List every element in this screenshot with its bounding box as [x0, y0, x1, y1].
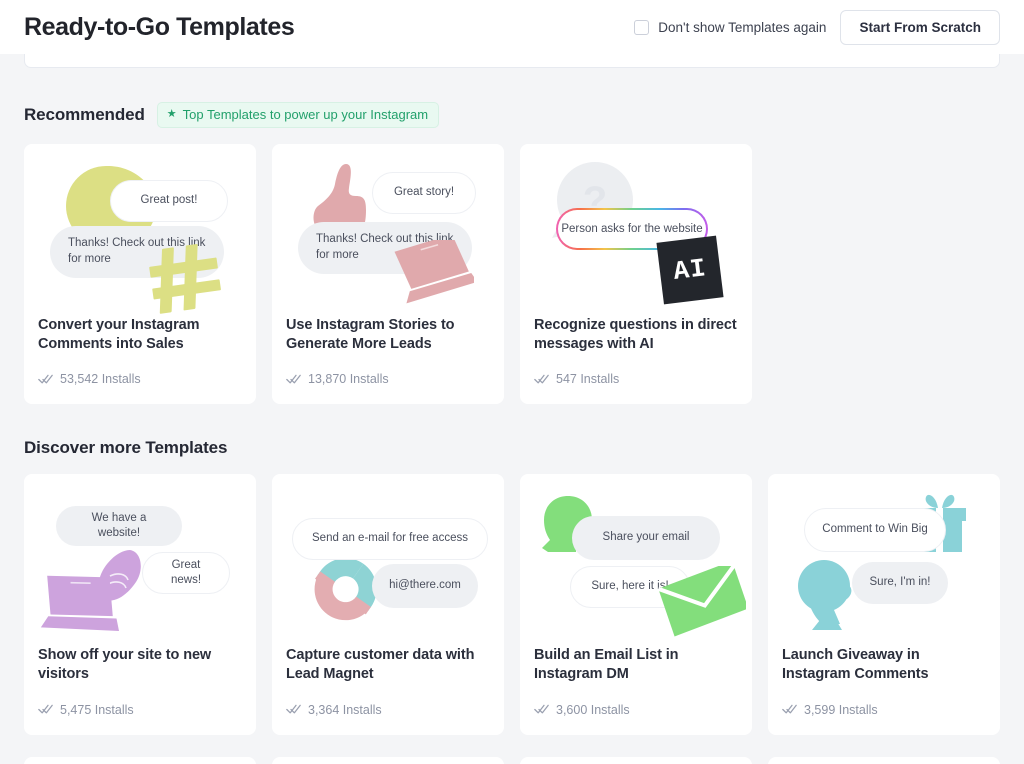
- card-installs: 3,600 Installs: [520, 703, 752, 717]
- card-installs-label: 3,364 Installs: [308, 702, 382, 717]
- envelope-icon: [658, 566, 746, 637]
- ai-badge: AI: [656, 235, 724, 305]
- double-check-icon: [38, 374, 53, 384]
- template-card[interactable]: Comment to Win Big Sure, I'm in! Launch …: [768, 474, 1000, 735]
- card-installs-label: 13,870 Installs: [308, 372, 389, 387]
- card-artwork: Share your email Sure, here it is!: [520, 474, 752, 646]
- card-installs-label: 53,542 Installs: [60, 372, 141, 387]
- card-installs: 547 Installs: [520, 372, 752, 386]
- template-card[interactable]: [24, 756, 256, 764]
- speech-bubble-grey: Share your email: [572, 516, 720, 561]
- double-check-icon: [286, 374, 301, 384]
- hashtag-icon: [149, 244, 221, 314]
- search-bar-clipped: Search Templates: [24, 54, 1000, 68]
- card-title: Capture customer data with Lead Magnet: [286, 647, 475, 683]
- card-installs-label: 5,475 Installs: [60, 702, 134, 717]
- modal-header: Ready-to-Go Templates Don't show Templat…: [0, 0, 1024, 54]
- templates-modal: Ready-to-Go Templates Don't show Templat…: [0, 0, 1024, 764]
- template-card[interactable]: ? Person asks for the website AI Recogni…: [520, 144, 752, 405]
- card-installs-label: 547 Installs: [556, 372, 620, 387]
- card-installs: 3,599 Installs: [768, 703, 1000, 717]
- card-installs-label: 3,599 Installs: [804, 702, 878, 717]
- speech-bubble-grey: Sure, I'm in!: [852, 562, 948, 605]
- template-card[interactable]: We have a website! Great news! Show off …: [24, 474, 256, 735]
- card-installs-label: 3,600 Installs: [556, 702, 630, 717]
- dont-show-templates-checkbox-row[interactable]: Don't show Templates again: [634, 19, 827, 35]
- dont-show-templates-checkbox[interactable]: [634, 19, 650, 35]
- search-field[interactable]: Search Templates: [24, 54, 1000, 68]
- speech-bubble-white: Great story!: [372, 172, 476, 214]
- recommended-grid: Great post! Thanks! Check out this link …: [24, 144, 1000, 405]
- card-artwork: Great story! Thanks! Check out this link…: [272, 144, 504, 316]
- card-title: Show off your site to new visitors: [38, 647, 212, 683]
- card-artwork: ? Person asks for the website AI: [520, 144, 752, 316]
- card-title: Launch Giveaway in Instagram Comments: [782, 647, 929, 683]
- section-title-recommended: Recommended: [24, 105, 145, 124]
- double-check-icon: [286, 704, 301, 714]
- card-artwork: We have a website! Great news!: [24, 474, 256, 646]
- card-artwork: Comment to Win Big Sure, I'm in!: [768, 474, 1000, 646]
- next-row-partial: [24, 756, 1000, 764]
- card-installs: 5,475 Installs: [24, 703, 256, 717]
- templates-scroll-area[interactable]: Search Templates Recommended ★ Top Templ…: [0, 54, 1024, 764]
- dont-show-templates-label: Don't show Templates again: [658, 19, 827, 35]
- double-check-icon: [38, 704, 53, 714]
- page-title: Ready-to-Go Templates: [24, 12, 295, 41]
- speech-bubble-white: Comment to Win Big: [804, 508, 946, 553]
- speech-bubble-white: Great news!: [142, 552, 230, 595]
- section-title-discover: Discover more Templates: [24, 438, 228, 458]
- double-check-icon: [534, 704, 549, 714]
- template-card[interactable]: [768, 756, 1000, 764]
- laptop-icon: [40, 576, 120, 632]
- template-card[interactable]: Great story! Thanks! Check out this link…: [272, 144, 504, 405]
- template-card[interactable]: Share your email Sure, here it is! Build…: [520, 474, 752, 735]
- laptop-icon: [394, 240, 474, 304]
- double-check-icon: [534, 374, 549, 384]
- card-installs: 53,542 Installs: [24, 372, 256, 386]
- template-card[interactable]: Send an e-mail for free access hi@there.…: [272, 474, 504, 735]
- speech-bubble-white: Send an e-mail for free access: [292, 518, 488, 561]
- recommended-badge: ★ Top Templates to power up your Instagr…: [156, 102, 440, 128]
- speech-bubble-white: Great post!: [110, 180, 228, 222]
- header-actions: Don't show Templates again Start From Sc…: [634, 9, 1000, 45]
- template-card[interactable]: [520, 756, 752, 764]
- template-card[interactable]: [272, 756, 504, 764]
- star-icon: ★: [166, 108, 177, 120]
- card-title: Use Instagram Stories to Generate More L…: [286, 317, 455, 353]
- speech-bubble-grey: hi@there.com: [372, 564, 478, 609]
- speech-bubble-grey: We have a website!: [56, 506, 182, 547]
- card-installs: 3,364 Installs: [272, 703, 504, 717]
- recommended-badge-label: Top Templates to power up your Instagram: [182, 107, 429, 122]
- magnet-icon: [314, 558, 377, 621]
- card-title: Convert your Instagram Comments into Sal…: [38, 317, 200, 353]
- discover-grid: We have a website! Great news! Show off …: [24, 474, 1000, 735]
- section-header-recommended: Recommended ★ Top Templates to power up …: [24, 102, 1000, 128]
- card-title: Recognize questions in direct messages w…: [534, 317, 737, 353]
- head-silhouette-icon: [798, 560, 852, 631]
- card-artwork: Great post! Thanks! Check out this link …: [24, 144, 256, 316]
- double-check-icon: [782, 704, 797, 714]
- start-from-scratch-button[interactable]: Start From Scratch: [840, 9, 1000, 45]
- section-header-discover: Discover more Templates: [24, 438, 1000, 458]
- card-artwork: Send an e-mail for free access hi@there.…: [272, 474, 504, 646]
- card-installs: 13,870 Installs: [272, 372, 504, 386]
- template-card[interactable]: Great post! Thanks! Check out this link …: [24, 144, 256, 405]
- card-title: Build an Email List in Instagram DM: [534, 647, 679, 683]
